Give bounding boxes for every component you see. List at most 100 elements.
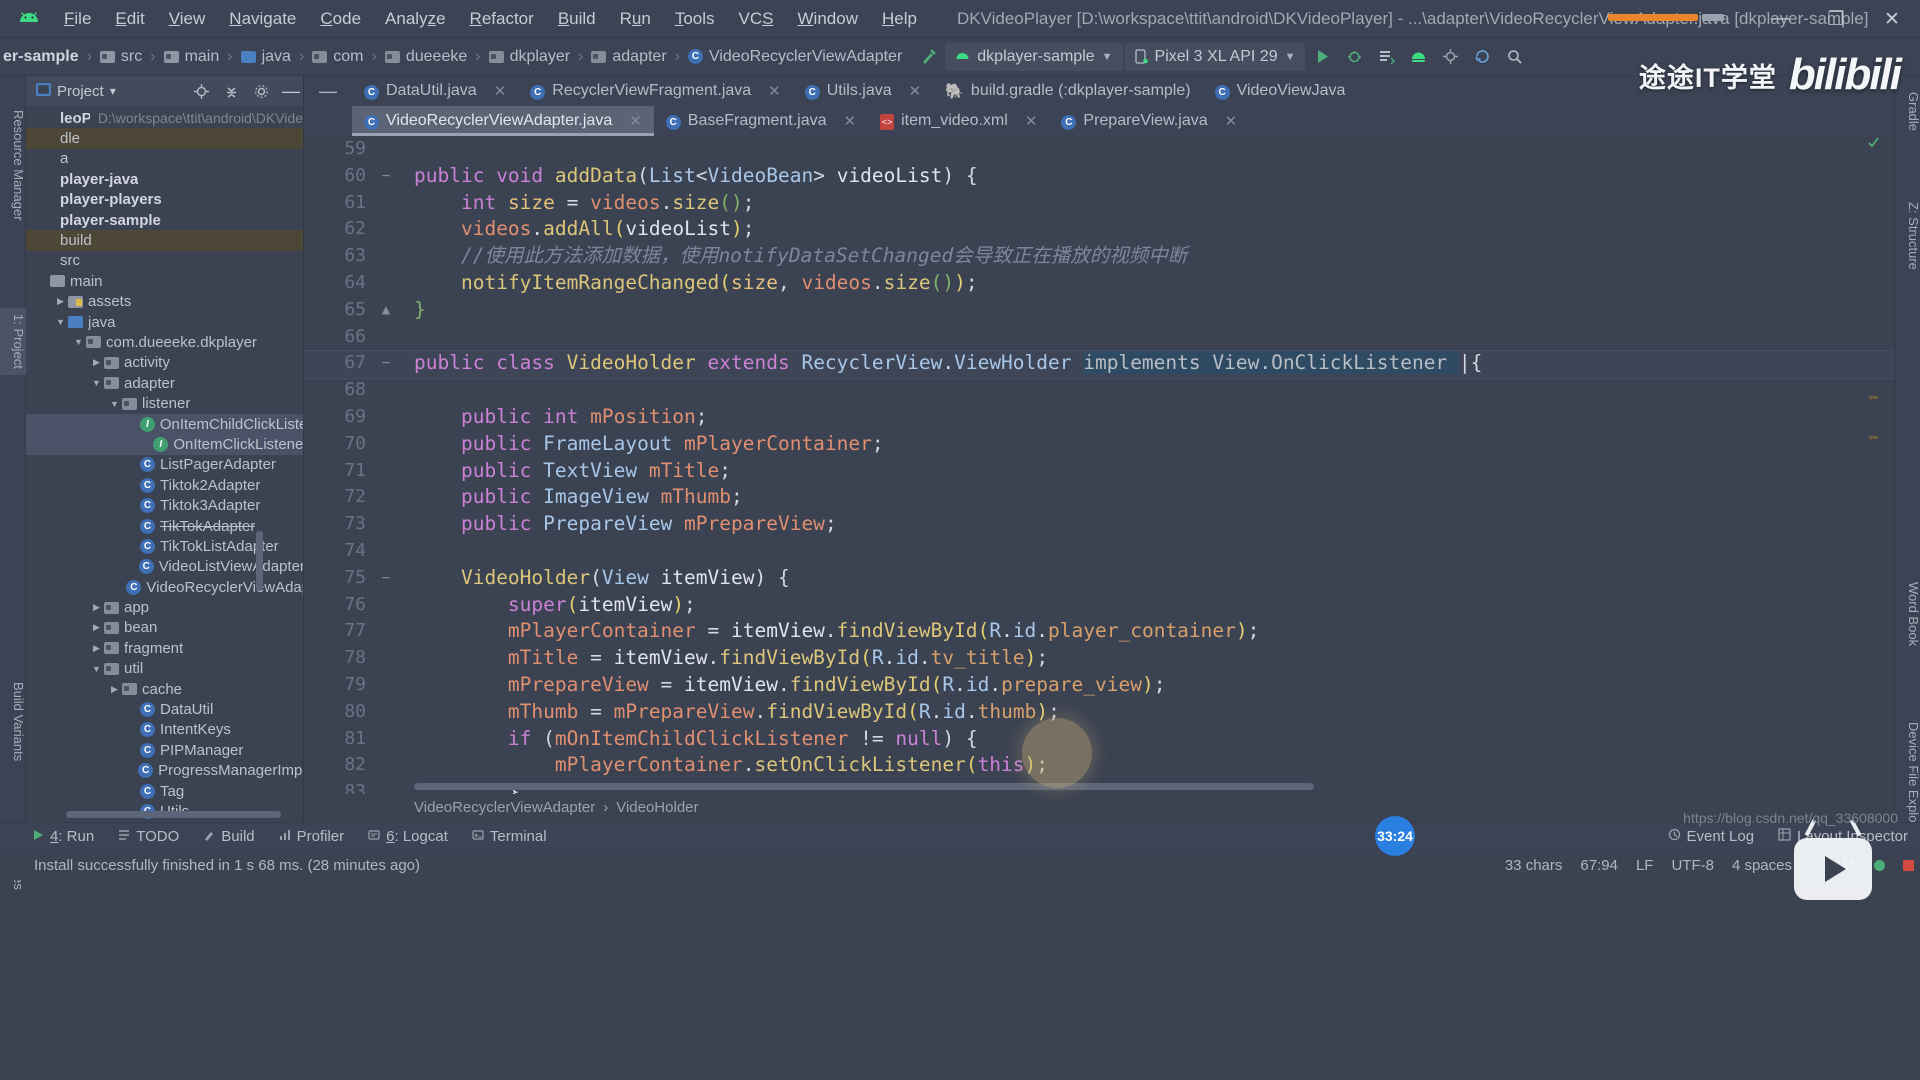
tree-node-pipmanager[interactable]: C PIPManager xyxy=(26,740,303,760)
tree-node-leoplayer[interactable]: leoPlayer D:\workspace\ttit\android\DKVid… xyxy=(26,108,303,128)
tree-node-com-dueeeke-dkplayer[interactable]: ▼ com.dueeeke.dkplayer xyxy=(26,332,303,352)
code-line-67[interactable]: 67− public class VideoHolder extends Recy… xyxy=(304,350,1894,379)
bottom-tab-todo[interactable]: TODO xyxy=(106,823,191,851)
close-tab-icon[interactable]: ✕ xyxy=(844,112,857,130)
hide-editor-tabs-button[interactable]: — xyxy=(304,76,352,106)
code-line-74[interactable]: 74 xyxy=(304,538,1894,565)
bottom-tab-event-log[interactable]: Event Log xyxy=(1656,823,1767,851)
code-line-77[interactable]: 77 mPlayerContainer = itemView.findViewB… xyxy=(304,618,1894,645)
tree-node-player-java[interactable]: player-java xyxy=(26,169,303,189)
bottom-tab-4-run[interactable]: 4: Run xyxy=(20,823,106,851)
menu-item-help[interactable]: Help xyxy=(870,5,929,33)
code-line-71[interactable]: 71 public TextView mTitle; xyxy=(304,458,1894,485)
sync-gradle-icon[interactable] xyxy=(1467,43,1497,71)
settings-gear-icon[interactable] xyxy=(249,79,273,103)
tree-node-adapter[interactable]: ▼ adapter xyxy=(26,373,303,393)
menu-item-tools[interactable]: Tools xyxy=(663,5,727,33)
code-line-59[interactable]: 59 xyxy=(304,136,1894,163)
tree-node-datautil[interactable]: C DataUtil xyxy=(26,699,303,719)
tree-node-listener[interactable]: ▼ listener xyxy=(26,393,303,413)
breadcrumb-item-adapter[interactable]: adapter xyxy=(588,46,669,68)
tree-node-progressmanagerimpl[interactable]: C ProgressManagerImpl xyxy=(26,761,303,781)
code-line-72[interactable]: 72 public ImageView mThumb; xyxy=(304,484,1894,511)
status-encoding[interactable]: UTF-8 xyxy=(1671,857,1714,874)
editor-tab-utils-java[interactable]: C Utils.java ✕ xyxy=(793,76,933,106)
menu-item-code[interactable]: Code xyxy=(308,5,373,33)
status-caret-position[interactable]: 67:94 xyxy=(1580,857,1618,874)
code-line-75[interactable]: 75− VideoHolder(View itemView) { xyxy=(304,565,1894,592)
status-line-separator[interactable]: LF xyxy=(1636,857,1654,874)
editor-tab-item-video-xml[interactable]: <> item_video.xml ✕ xyxy=(868,106,1049,136)
tree-node-a[interactable]: a xyxy=(26,149,303,169)
right-tool-tab-z-structure[interactable]: Z: Structure xyxy=(1895,196,1920,276)
bottom-tab-build[interactable]: Build xyxy=(191,823,266,851)
code-line-82[interactable]: 82 mPlayerContainer.setOnClickListener(t… xyxy=(304,752,1894,779)
run-with-coverage-icon[interactable] xyxy=(1371,43,1401,71)
tree-node-onitemchildclicklistener[interactable]: IOnItemChildClickListener xyxy=(26,413,303,435)
debug-button-icon[interactable] xyxy=(1339,43,1369,71)
chevron-down-icon[interactable]: ▼ xyxy=(90,378,103,388)
menu-item-file[interactable]: File xyxy=(52,5,103,33)
menu-item-vcs[interactable]: VCS xyxy=(727,5,786,33)
left-tool-tab-build-variants[interactable]: Build Variants xyxy=(0,676,26,767)
breadcrumb-item-src[interactable]: src xyxy=(97,46,145,68)
code-line-62[interactable]: 62 videos.addAll(videoList); xyxy=(304,216,1894,243)
editor-tab-build-gradle-dkplayer-sample-[interactable]: 🐘 build.gradle (:dkplayer-sample) xyxy=(933,76,1202,106)
editor-breadcrumb-item-videoholder[interactable]: VideoHolder xyxy=(616,799,698,816)
chevron-down-icon[interactable]: ▼ xyxy=(90,664,103,674)
avd-manager-icon[interactable] xyxy=(1403,43,1433,71)
code-line-61[interactable]: 61 int size = videos.size(); xyxy=(304,190,1894,217)
run-button-icon[interactable] xyxy=(1307,43,1337,71)
code-line-65[interactable]: 65 ▲} xyxy=(304,297,1894,324)
tree-node-assets[interactable]: ▶ assets xyxy=(26,292,303,312)
close-tab-icon[interactable]: ✕ xyxy=(909,82,922,100)
editor-tab-videorecyclerviewadapter-java[interactable]: C VideoRecyclerViewAdapter.java ✕ xyxy=(352,106,654,136)
tree-node-activity[interactable]: ▶ activity xyxy=(26,353,303,373)
close-tab-icon[interactable]: ✕ xyxy=(1225,112,1238,130)
chevron-right-icon[interactable]: ▶ xyxy=(90,622,103,633)
menu-item-analyze[interactable]: Analyze xyxy=(373,5,458,33)
tree-node-dle[interactable]: dle xyxy=(26,128,303,149)
tree-node-java[interactable]: ▼ java xyxy=(26,312,303,332)
tree-node-app[interactable]: ▶ app xyxy=(26,597,303,617)
menu-item-edit[interactable]: Edit xyxy=(103,5,156,33)
left-tool-tab-1-project[interactable]: 1: Project xyxy=(0,308,26,375)
code-fold-icon[interactable]: ▲ xyxy=(379,297,393,324)
tree-node-tiktok2adapter[interactable]: C Tiktok2Adapter xyxy=(26,475,303,495)
editor-tab-datautil-java[interactable]: C DataUtil.java ✕ xyxy=(352,76,518,106)
tree-node-tag[interactable]: C Tag xyxy=(26,781,303,801)
close-tab-icon[interactable]: ✕ xyxy=(629,112,642,130)
code-line-66[interactable]: 66 xyxy=(304,324,1894,351)
chevron-right-icon[interactable]: ▶ xyxy=(108,684,121,695)
project-vertical-scrollbar[interactable] xyxy=(256,531,263,591)
tree-node-onitemclicklistener[interactable]: I OnItemClickListener xyxy=(26,434,303,455)
code-line-76[interactable]: 76 super(itemView); xyxy=(304,592,1894,619)
code-line-70[interactable]: 70 public FrameLayout mPlayerContainer; xyxy=(304,431,1894,458)
device-selector[interactable]: Pixel 3 XL API 29 ▼ xyxy=(1124,42,1306,71)
chevron-right-icon[interactable]: ▶ xyxy=(54,296,67,307)
code-line-80[interactable]: 80 mThumb = mPrepareView.findViewById(R.… xyxy=(304,699,1894,726)
breadcrumb-item-videorecyclerviewadapter[interactable]: C VideoRecyclerViewAdapter xyxy=(685,46,905,68)
tree-node-listpageradapter[interactable]: C ListPagerAdapter xyxy=(26,455,303,475)
sdk-manager-icon[interactable] xyxy=(1435,43,1465,71)
tree-node-intentkeys[interactable]: C IntentKeys xyxy=(26,720,303,740)
tree-node-util[interactable]: ▼ util xyxy=(26,659,303,679)
breadcrumb-item-dueeeke[interactable]: dueeeke xyxy=(382,46,470,68)
tree-node-fragment[interactable]: ▶ fragment xyxy=(26,638,303,658)
breadcrumb-item-er-sample[interactable]: er-sample xyxy=(0,46,82,68)
chevron-down-icon[interactable]: ▼ xyxy=(108,399,121,409)
breadcrumb-item-java[interactable]: java xyxy=(238,46,294,68)
menu-item-window[interactable]: Window xyxy=(786,5,870,33)
menu-item-build[interactable]: Build xyxy=(546,5,608,33)
tree-node-player-players[interactable]: player-players xyxy=(26,190,303,210)
make-project-icon[interactable] xyxy=(913,43,943,71)
run-configuration-selector[interactable]: dkplayer-sample ▼ xyxy=(945,42,1123,71)
hide-panel-icon[interactable]: — xyxy=(279,79,303,103)
code-line-60[interactable]: 60− public void addData(List<VideoBean> v… xyxy=(304,163,1894,190)
code-line-81[interactable]: 81 if (mOnItemChildClickListener != null… xyxy=(304,726,1894,753)
editor-tab-recyclerviewfragment-java[interactable]: C RecyclerViewFragment.java ✕ xyxy=(518,76,792,106)
bottom-tab-terminal[interactable]: Terminal xyxy=(460,823,559,851)
editor-tab-prepareview-java[interactable]: C PrepareView.java ✕ xyxy=(1049,106,1249,136)
code-line-79[interactable]: 79 mPrepareView = itemView.findViewById(… xyxy=(304,672,1894,699)
right-tool-tab-gradle[interactable]: Gradle xyxy=(1895,86,1920,137)
